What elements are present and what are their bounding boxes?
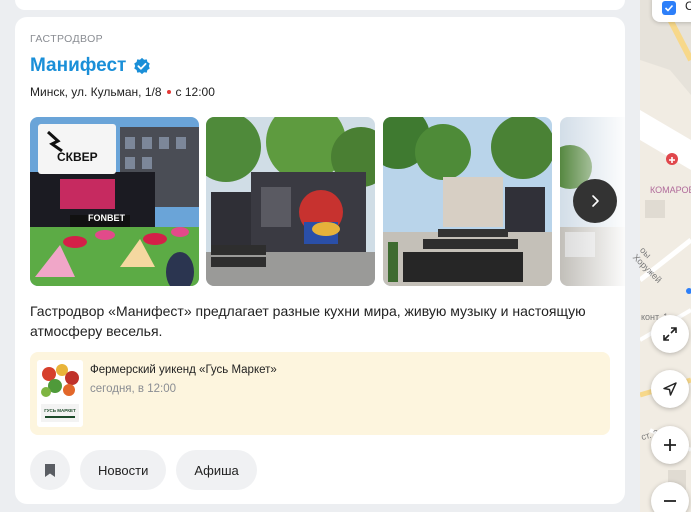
verified-icon	[133, 57, 151, 75]
svg-text:СКВЕР: СКВЕР	[57, 150, 98, 164]
filter-label: С	[685, 0, 691, 13]
gallery-photo-1[interactable]: СКВЕР FONBET	[30, 117, 199, 286]
event-card[interactable]: ГУСЬ МАРКЕТ Фермерский уикенд «Гусь Марк…	[30, 352, 610, 435]
place-card: ГАСТРОДВОР Манифест Минск, ул. Кульман, …	[15, 17, 625, 504]
map-label-1: КОМАРОВ	[650, 185, 691, 195]
place-category: ГАСТРОДВОР	[30, 33, 104, 45]
photo-gallery[interactable]: СКВЕР FONBET	[30, 117, 625, 286]
event-title: Фермерский уикенд «Гусь Маркет»	[90, 364, 277, 376]
svg-text:FONBET: FONBET	[88, 213, 126, 223]
check-icon	[664, 4, 674, 12]
action-bar: Новости Афиша	[30, 450, 257, 490]
opening-hours: с 12:00	[175, 85, 215, 99]
filter-checkbox[interactable]	[662, 1, 676, 15]
locate-icon	[663, 382, 677, 396]
news-button[interactable]: Новости	[80, 450, 167, 490]
status-dot	[166, 90, 171, 94]
gallery-next-button[interactable]	[573, 179, 617, 223]
gallery-photo-3[interactable]	[383, 117, 552, 286]
zoom-in-icon	[664, 439, 676, 451]
previous-card	[15, 0, 625, 10]
afisha-button[interactable]: Афиша	[176, 450, 257, 490]
map-zoom-out-button[interactable]	[651, 482, 689, 512]
event-time: сегодня, в 12:00	[90, 383, 176, 395]
map-zoom-in-button[interactable]	[651, 426, 689, 464]
expand-icon	[663, 327, 677, 341]
bookmark-icon	[45, 463, 55, 477]
place-address: Минск, ул. Кульман, 1/8	[30, 85, 162, 99]
map-filter-chip[interactable]: С	[652, 0, 691, 22]
chevron-right-icon	[592, 195, 599, 207]
bookmark-button[interactable]	[30, 450, 70, 490]
zoom-out-icon	[664, 500, 676, 502]
map-locate-button[interactable]	[651, 370, 689, 408]
place-title-link[interactable]: Манифест	[30, 55, 126, 77]
address-row: Минск, ул. Кульман, 1/8 с 12:00	[30, 85, 215, 99]
event-thumbnail: ГУСЬ МАРКЕТ	[37, 360, 83, 427]
map-dot	[686, 288, 691, 294]
map-poi-marker[interactable]	[666, 153, 678, 165]
svg-text:ГУСЬ МАРКЕТ: ГУСЬ МАРКЕТ	[44, 408, 76, 413]
title-row: Манифест	[30, 55, 151, 77]
place-description: Гастродвор «Манифест» предлагает разные …	[30, 303, 586, 339]
map-expand-button[interactable]	[651, 315, 689, 353]
gallery-photo-2[interactable]	[206, 117, 375, 286]
